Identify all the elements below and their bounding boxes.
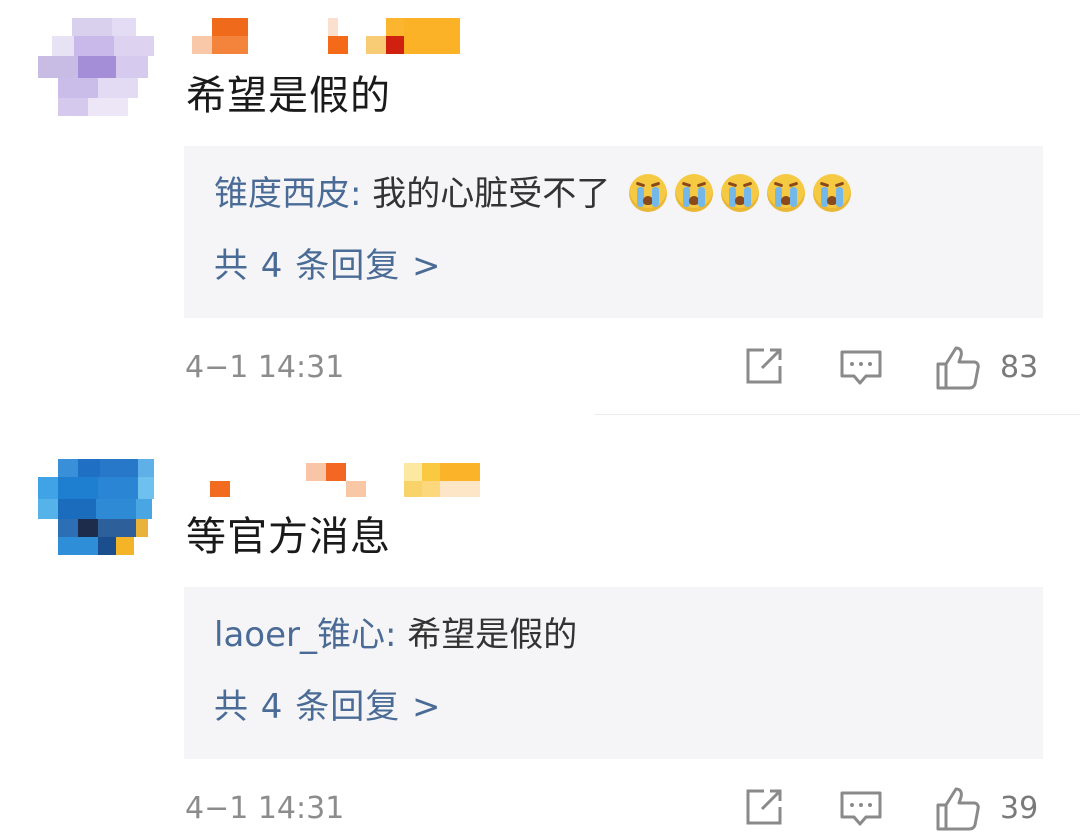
thumbs-up-icon <box>936 787 980 831</box>
reply-text: 希望是假的 <box>407 615 578 655</box>
reply-text: 我的心脏受不了 <box>372 174 611 214</box>
reply-preview[interactable]: 锥度西皮: 我的心脏受不了 共 4 条回复 > <box>184 146 1043 318</box>
comment-item: 希望是假的 锥度西皮: 我的心脏受不了 共 4 条回复 > 4−1 14:31 … <box>0 0 1080 415</box>
reply-button[interactable] <box>838 344 884 392</box>
thumbs-up-icon <box>936 346 980 390</box>
share-icon <box>746 348 782 384</box>
crying-face-icon <box>813 174 852 212</box>
username-pixelated[interactable] <box>190 459 480 499</box>
comment-timestamp: 4−1 14:31 <box>185 791 345 826</box>
reply-line: 锥度西皮: 我的心脏受不了 <box>214 170 852 218</box>
share-icon <box>746 789 782 825</box>
like-count: 83 <box>1000 350 1039 385</box>
comment-text: 等官方消息 <box>186 514 391 560</box>
reply-author[interactable]: laoer_锥心 <box>214 615 385 655</box>
crying-face-icon <box>675 174 714 212</box>
reply-line: laoer_锥心: 希望是假的 <box>214 611 577 659</box>
like-button[interactable]: 39 <box>934 785 1044 833</box>
comment-icon <box>840 791 882 826</box>
reply-button[interactable] <box>838 785 884 833</box>
reply-colon: : <box>350 174 362 214</box>
crying-face-icon <box>629 174 668 212</box>
comment-text: 希望是假的 <box>186 73 391 119</box>
reply-preview[interactable]: laoer_锥心: 希望是假的 共 4 条回复 > <box>184 587 1043 759</box>
avatar[interactable] <box>38 459 154 557</box>
username-pixelated[interactable] <box>190 18 480 58</box>
comment-timestamp: 4−1 14:31 <box>185 350 345 385</box>
reply-author[interactable]: 锥度西皮 <box>214 174 350 214</box>
view-replies-link[interactable]: 共 4 条回复 > <box>214 683 442 731</box>
comment-item: 等官方消息 laoer_锥心: 希望是假的 共 4 条回复 > 4−1 14:3… <box>0 441 1080 831</box>
crying-face-icon <box>767 174 806 212</box>
share-button[interactable] <box>742 344 786 392</box>
view-replies-link[interactable]: 共 4 条回复 > <box>214 242 442 290</box>
comment-icon <box>840 350 882 385</box>
crying-face-icon <box>721 174 760 212</box>
reply-colon: : <box>384 615 397 655</box>
avatar[interactable] <box>38 18 154 116</box>
divider <box>594 414 1080 415</box>
share-button[interactable] <box>742 785 786 833</box>
like-count: 39 <box>1000 791 1039 826</box>
like-button[interactable]: 83 <box>934 344 1044 392</box>
